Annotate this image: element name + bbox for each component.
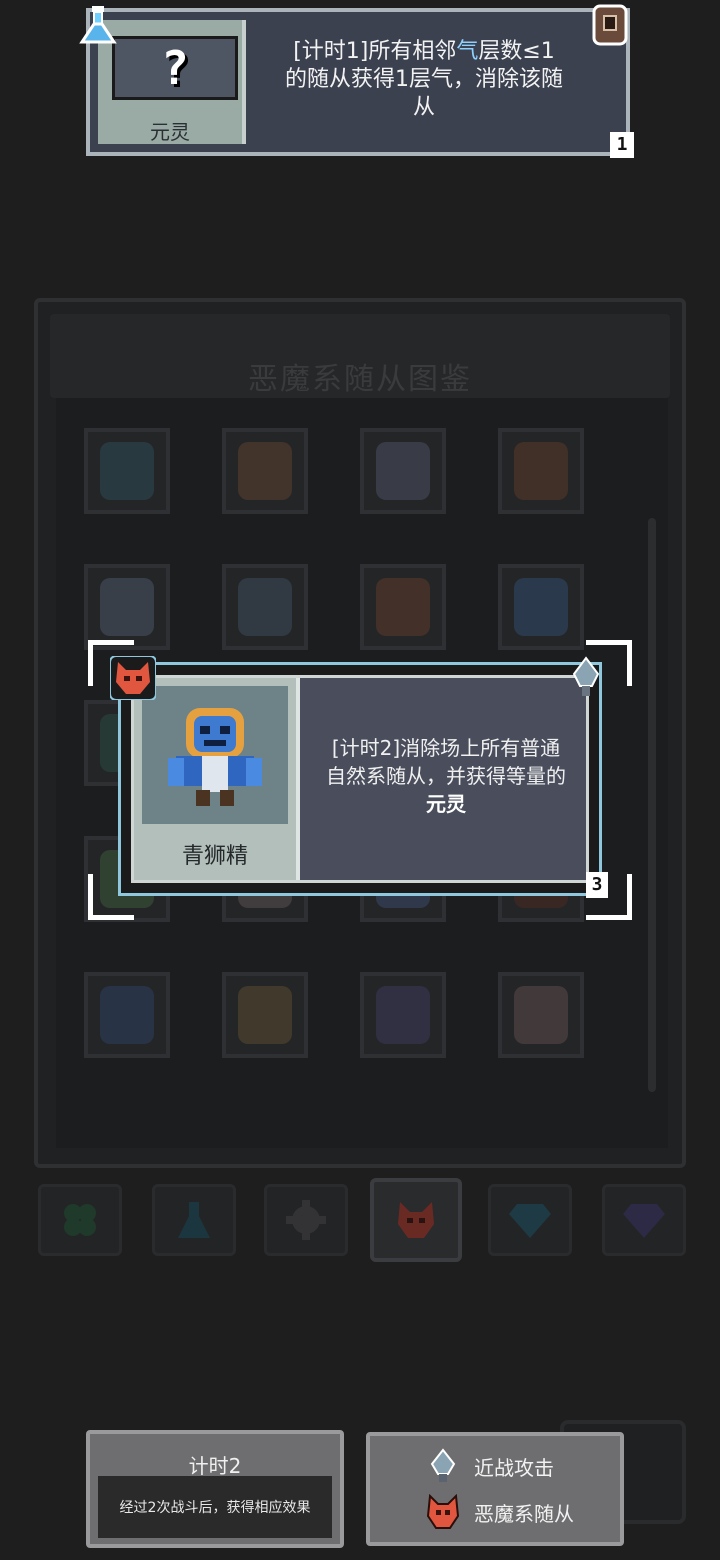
top-card-portrait-label: 元灵 bbox=[150, 120, 190, 144]
minion-sprite-icon bbox=[238, 578, 292, 636]
tab-demon[interactable] bbox=[370, 1178, 462, 1262]
selected-card-description: [计时2]消除场上所有普通 自然系随从，并获得等量的 元灵 bbox=[310, 734, 582, 818]
gallery-scrollbar[interactable] bbox=[648, 518, 656, 1092]
top-card-count-badge: 1 bbox=[610, 132, 634, 158]
gem-icon bbox=[509, 1204, 551, 1238]
minion-sprite-icon bbox=[514, 986, 568, 1044]
sword-icon bbox=[430, 1448, 456, 1482]
sel-desc-keyword: 元灵 bbox=[426, 792, 466, 816]
tag-melee: 近战攻击 bbox=[426, 1448, 554, 1484]
top-card-description: [计时1]所有相邻气层数≤1 的随从获得1层气，消除该随 从 bbox=[254, 38, 594, 122]
tab-diamond[interactable] bbox=[602, 1184, 686, 1256]
demon-mask-icon bbox=[426, 1494, 460, 1529]
gallery-title: 恶魔系随从图鉴 bbox=[248, 362, 472, 397]
tag-demon-label: 恶魔系随从 bbox=[474, 1501, 574, 1526]
minion-sprite-icon bbox=[514, 442, 568, 500]
gallery-minion-cell[interactable] bbox=[498, 972, 584, 1058]
minion-sprite-icon bbox=[100, 578, 154, 636]
gallery-minion-cell[interactable] bbox=[222, 972, 308, 1058]
top-desc-keyword: 气 bbox=[456, 39, 479, 64]
minion-sprite-icon bbox=[100, 986, 154, 1044]
selected-minion-name: 青狮精 bbox=[181, 844, 248, 869]
gallery-minion-cell[interactable] bbox=[222, 564, 308, 650]
flask-icon bbox=[79, 6, 117, 44]
tab-flask[interactable] bbox=[152, 1184, 236, 1256]
minion-sprite-icon bbox=[238, 442, 292, 500]
gallery-minion-cell[interactable] bbox=[498, 564, 584, 650]
tab-gear[interactable] bbox=[264, 1184, 348, 1256]
gallery-minion-cell[interactable] bbox=[84, 972, 170, 1058]
clover-icon bbox=[64, 1204, 96, 1236]
tag-melee-label: 近战攻击 bbox=[474, 1455, 554, 1480]
gallery-minion-cell[interactable] bbox=[360, 972, 446, 1058]
demon-mask-icon bbox=[110, 656, 156, 700]
lock-icon bbox=[592, 4, 628, 46]
top-desc-line2: 的随从获得1层气，消除该随 bbox=[285, 67, 563, 92]
flask-tab-icon bbox=[178, 1202, 210, 1238]
top-desc-part1: [计时1]所有相邻 bbox=[293, 39, 457, 64]
gallery-minion-cell[interactable] bbox=[360, 428, 446, 514]
minion-sprite-icon bbox=[376, 986, 430, 1044]
gallery-minion-cell[interactable] bbox=[84, 564, 170, 650]
top-desc-part2: 层数≤1 bbox=[478, 39, 555, 64]
top-desc-line3: 从 bbox=[412, 95, 435, 120]
minion-sprite-icon bbox=[376, 578, 430, 636]
timer-info-box: 计时2 经过2次战斗后，获得相应效果 bbox=[86, 1430, 344, 1548]
minion-sprite-icon bbox=[238, 986, 292, 1044]
top-tooltip-card: ? 元灵 [计时1]所有相邻气层数≤1 的随从获得1层气，消除该随 从 bbox=[86, 8, 630, 156]
demon-mask-tab-icon bbox=[398, 1202, 434, 1238]
minion-sprite-icon bbox=[100, 442, 154, 500]
tab-gem[interactable] bbox=[488, 1184, 572, 1256]
question-mark-icon: ? bbox=[112, 36, 238, 100]
gear-icon bbox=[286, 1200, 326, 1240]
diamond-icon bbox=[623, 1204, 665, 1238]
gallery-minion-cell[interactable] bbox=[222, 428, 308, 514]
gallery-title-bar: 恶魔系随从图鉴 bbox=[50, 314, 670, 398]
sel-desc-line1: [计时2]消除场上所有普通 bbox=[331, 736, 561, 760]
tab-clover[interactable] bbox=[38, 1184, 122, 1256]
minion-sprite-icon bbox=[514, 578, 568, 636]
selected-minion-card[interactable]: 青狮精 [计时2]消除场上所有普通 自然系随从，并获得等量的 元灵 bbox=[118, 662, 602, 896]
timer-title: 计时2 bbox=[188, 1454, 242, 1478]
selected-card-portrait: 青狮精 bbox=[134, 678, 300, 880]
gallery-minion-cell[interactable] bbox=[84, 428, 170, 514]
tag-info-box: 近战攻击 恶魔系随从 bbox=[366, 1432, 624, 1546]
selected-card-level-badge: 3 bbox=[586, 872, 608, 898]
timer-description: 经过2次战斗后，获得相应效果 bbox=[119, 1500, 311, 1516]
minion-sprite-icon bbox=[376, 442, 430, 500]
minion-portrait-image bbox=[142, 686, 288, 824]
selected-card-inner: 青狮精 [计时2]消除场上所有普通 自然系随从，并获得等量的 元灵 bbox=[131, 675, 589, 883]
gallery-minion-cell[interactable] bbox=[498, 428, 584, 514]
sel-desc-line2: 自然系随从，并获得等量的 bbox=[326, 764, 566, 788]
sword-icon bbox=[572, 656, 600, 696]
blue-lion-sprite-icon bbox=[168, 708, 262, 806]
top-card-portrait: ? 元灵 bbox=[98, 20, 246, 144]
timer-description-panel: 经过2次战斗后，获得相应效果 bbox=[98, 1476, 332, 1538]
gallery-minion-cell[interactable] bbox=[360, 564, 446, 650]
tag-demon: 恶魔系随从 bbox=[426, 1494, 574, 1530]
